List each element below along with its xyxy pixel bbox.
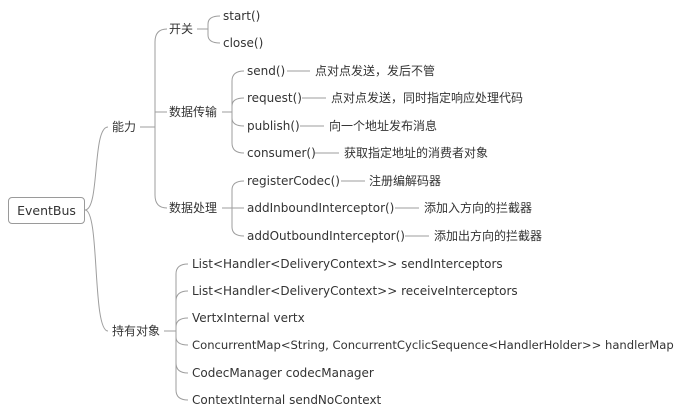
held-vertx[interactable]: VertxInternal vertx (192, 311, 305, 325)
root-label: EventBus (17, 203, 76, 218)
connector-transfer-consumer (231, 112, 245, 154)
connector-switch-close (207, 29, 221, 44)
method-consumer[interactable]: consumer() (247, 146, 316, 160)
connector-processing-codec (231, 180, 245, 208)
connector-held-4 (175, 331, 189, 374)
note-add-outbound-interceptor: 添加出方向的拦截器 (434, 229, 543, 243)
note-consumer: 获取指定地址的消费者对象 (344, 146, 489, 160)
group-switch-label[interactable]: 开关 (169, 22, 193, 36)
held-send-interceptors[interactable]: List<Handler<DeliveryContext>> sendInter… (192, 257, 503, 271)
connector-transfer-publish (231, 112, 245, 127)
root-node-eventbus[interactable]: EventBus (8, 197, 85, 224)
connector-held-1 (175, 290, 189, 331)
method-register-codec[interactable]: registerCodec() (247, 174, 340, 188)
held-codec-manager[interactable]: CodecManager codecManager (192, 366, 374, 380)
held-handler-map[interactable]: ConcurrentMap<String, ConcurrentCyclicSe… (192, 338, 674, 352)
branch-held-label[interactable]: 持有对象 (112, 324, 160, 338)
connector-ability-transfer (154, 111, 167, 115)
note-register-codec: 注册编解码器 (369, 174, 442, 188)
group-processing-label[interactable]: 数据处理 (169, 201, 217, 215)
connector-held-3 (175, 331, 189, 346)
connector-ability-processing (154, 127, 168, 209)
note-send: 点对点发送，发后不管 (315, 64, 436, 78)
connector-transfer-request (231, 97, 245, 112)
method-start[interactable]: start() (223, 9, 260, 23)
held-send-no-context[interactable]: ContextInternal sendNoContext (192, 393, 381, 407)
note-request: 点对点发送，同时指定响应处理代码 (331, 91, 524, 105)
note-publish: 向一个地址发布消息 (329, 119, 438, 133)
method-request[interactable]: request() (247, 91, 302, 105)
note-add-inbound-interceptor: 添加入方向的拦截器 (424, 201, 533, 215)
connector-held-2 (175, 317, 189, 331)
connector-transfer-send (231, 70, 245, 112)
method-add-inbound-interceptor[interactable]: addInboundInterceptor() (247, 201, 394, 215)
held-receive-interceptors[interactable]: List<Handler<DeliveryContext>> receiveIn… (192, 284, 518, 298)
method-send[interactable]: send() (247, 64, 285, 78)
connector-processing-outbound (231, 208, 245, 237)
connector-root-held (84, 209, 109, 332)
method-publish[interactable]: publish() (247, 119, 300, 133)
group-transfer-label[interactable]: 数据传输 (169, 105, 217, 119)
connector-root-ability (84, 126, 109, 211)
method-close[interactable]: close() (223, 36, 263, 50)
connector-switch-start (207, 15, 221, 29)
method-add-outbound-interceptor[interactable]: addOutboundInterceptor() (247, 229, 405, 243)
branch-ability-label[interactable]: 能力 (112, 120, 136, 134)
